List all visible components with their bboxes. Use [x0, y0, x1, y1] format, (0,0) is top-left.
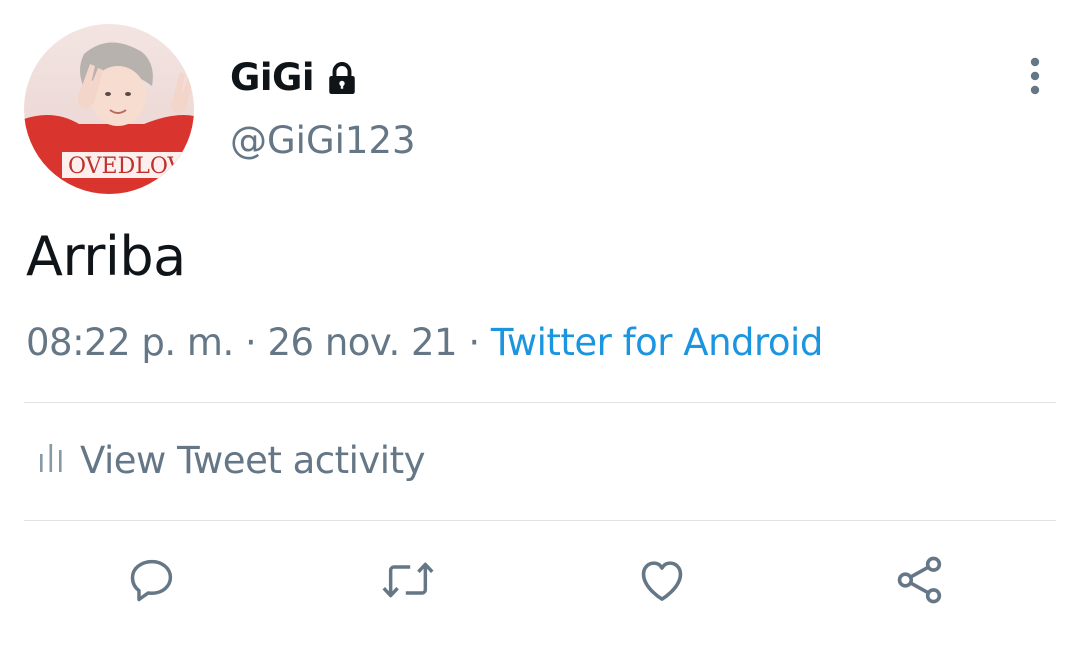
meta-separator: ·	[244, 321, 268, 364]
like-button[interactable]	[632, 552, 692, 612]
avatar-image: OVEDLOVE	[24, 24, 194, 194]
tweet-meta: 08:22 p. m. · 26 nov. 21 · Twitter for A…	[26, 324, 823, 361]
view-activity-label: View Tweet activity	[80, 438, 425, 482]
reply-button[interactable]	[122, 552, 182, 612]
display-name[interactable]: GiGi	[230, 59, 315, 96]
share-button[interactable]	[890, 552, 950, 612]
author-handle[interactable]: @GiGi123	[230, 122, 416, 159]
tweet-date[interactable]: 26 nov. 21	[268, 321, 458, 364]
view-activity-button[interactable]: View Tweet activity	[38, 440, 425, 480]
tweet-text: Arriba	[26, 225, 186, 288]
share-icon	[893, 553, 947, 611]
avatar[interactable]: OVEDLOVE	[24, 24, 194, 194]
divider	[24, 402, 1056, 403]
tweet-time[interactable]: 08:22 p. m.	[26, 321, 234, 364]
author-name-row[interactable]: GiGi	[230, 52, 360, 102]
retweet-icon	[379, 554, 437, 610]
divider	[24, 520, 1056, 521]
tweet-actions	[0, 552, 1080, 612]
reply-icon	[126, 554, 178, 610]
lock-icon	[324, 61, 360, 97]
avatar-shirt-text: OVEDLOVE	[68, 154, 194, 179]
heart-icon	[635, 553, 689, 611]
meta-separator: ·	[468, 321, 491, 364]
more-options-icon[interactable]	[1018, 55, 1052, 97]
retweet-button[interactable]	[378, 552, 438, 612]
tweet-source-link[interactable]: Twitter for Android	[491, 321, 823, 364]
bar-chart-icon	[38, 440, 64, 480]
